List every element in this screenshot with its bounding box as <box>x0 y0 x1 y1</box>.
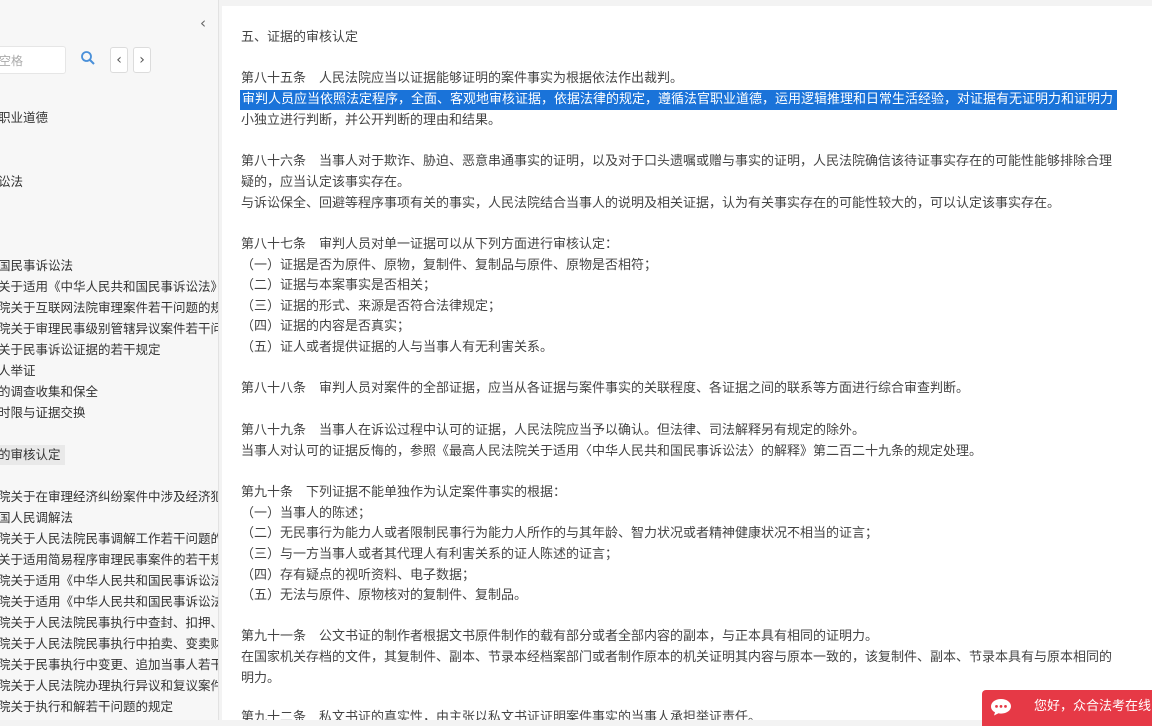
sidebar-item[interactable]: 院关于互联网法院审理案件若干问题的规 <box>0 298 218 318</box>
article-91-para2: 在国家机关存档的文件，其复制件、副本、节录本经档案部门或者制作原本的机关证明其内… <box>241 650 1113 665</box>
article-87-item5: （五）证人或者提供证据的人与当事人有无利害关系。 <box>241 340 554 355</box>
sidebar-item-active[interactable]: 的审核认定 <box>0 445 65 465</box>
prev-result-button[interactable]: ‹ <box>110 47 128 73</box>
article-87-item3: （三）证据的形式、来源是否符合法律规定； <box>241 299 502 314</box>
document-content: 五、证据的审核认定 第八十五条 人民法院应当以证据能够证明的案件事实为根据依法作… <box>222 6 1152 720</box>
sidebar-item[interactable]: 院关于审理民事级别管辖异议案件若干问 <box>0 319 218 339</box>
article-90-item1: （一）当事人的陈述； <box>241 506 372 521</box>
article-86: 第八十六条 当事人对于欺诈、胁迫、恶意串通事实的证明，以及对于口头遗嘱或赠与事实… <box>241 154 1113 169</box>
sidebar-item[interactable]: 院关于在审理经济纠纷案件中涉及经济犯 <box>0 487 218 507</box>
online-chat-button[interactable]: 您好，众合法考在线 <box>982 690 1152 726</box>
sidebar-item[interactable]: 讼法 <box>0 172 23 192</box>
sidebar-item[interactable]: 时限与证据交换 <box>0 403 86 423</box>
sidebar-item[interactable]: 关于适用《中华人民共和国民事诉讼法》的 <box>0 277 218 297</box>
article-90-item2: （二）无民事行为能力人或者限制民事行为能力人所作的与其年龄、智力状况或者精神健康… <box>241 526 879 541</box>
collapse-sidebar-icon[interactable]: ‹ <box>196 14 210 32</box>
selected-text[interactable]: 审判人员应当依照法定程序，全面、客观地审核证据，依据法律的规定，遵循法官职业道德… <box>240 90 1118 110</box>
section-title: 五、证据的审核认定 <box>241 30 359 45</box>
sidebar-item[interactable]: 院关于人民法院民事执行中拍卖、变卖财 <box>0 634 218 654</box>
article-91: 第九十一条 公文书证的制作者根据文书原件制作的载有部分或者全部内容的副本，与正本… <box>241 629 879 644</box>
article-87-item2: （二）证据与本案事实是否相关； <box>241 278 437 293</box>
search-icon[interactable] <box>80 50 96 66</box>
article-88: 第八十八条 审判人员对案件的全部证据，应当从各证据与案件事实的关联程度、各证据之… <box>241 381 970 396</box>
sidebar-item[interactable]: 国人民调解法 <box>0 508 73 528</box>
article-91-cont: 明力。 <box>241 671 281 686</box>
next-result-button[interactable]: › <box>133 47 151 73</box>
sidebar-item[interactable]: 的调查收集和保全 <box>0 382 98 402</box>
article-92: 第九十二条 私文书证的真实性，由主张以私文书证证明案件事实的当事人承担举证责任。 <box>241 710 762 720</box>
article-89: 第八十九条 当事人在诉讼过程中认可的证据，人民法院应当予以确认。但法律、司法解释… <box>241 423 866 438</box>
chat-bubble-icon <box>991 699 1011 716</box>
sidebar-item[interactable]: 人举证 <box>0 361 36 381</box>
article-87: 第八十七条 审判人员对单一证据可以从下列方面进行审核认定： <box>241 237 619 252</box>
article-85: 第八十五条 人民法院应当以证据能够证明的案件事实为根据依法作出裁判。 <box>241 71 684 86</box>
article-90-item3: （三）与一方当事人或者其代理人有利害关系的证人陈述的证言； <box>241 547 619 562</box>
article-89-para2: 当事人对认可的证据反悔的，参照《最高人民法院关于适用〈中华人民共和国民事诉讼法〉… <box>241 444 983 459</box>
sidebar-item[interactable]: 院关于适用《中华人民共和国民事诉讼法 <box>0 571 218 591</box>
article-90-item5: （五）无法与原件、原物核对的复制件、复制品。 <box>241 588 528 603</box>
sidebar-item[interactable]: 院关于人民法院民事调解工作若干问题的 <box>0 529 218 549</box>
sidebar-item[interactable]: 院关于适用《中华人民共和国民事诉讼法 <box>0 592 218 612</box>
article-87-item1: （一）证据是否为原件、原物，复制件、复制品与原件、原物是否相符； <box>241 258 658 273</box>
article-90: 第九十条 下列证据不能单独作为认定案件事实的根据： <box>241 485 567 500</box>
sidebar-item[interactable]: 院关于民事执行中变更、追加当事人若干 <box>0 655 218 675</box>
article-90-item4: （四）存有疑点的视听资料、电子数据； <box>241 568 476 583</box>
article-86-para2: 与诉讼保全、回避等程序事项有关的事实，人民法院结合当事人的说明及相关证据，认为有… <box>241 196 1061 211</box>
article-85-cont: 小独立进行判断，并公开判断的理由和结果。 <box>241 113 502 128</box>
sidebar-item[interactable]: 关于适用简易程序审理民事案件的若干规 <box>0 550 218 570</box>
sidebar-item[interactable]: 职业道德 <box>0 108 48 128</box>
article-86-cont: 疑的，应当认定该事实存在。 <box>241 175 411 190</box>
sidebar-item[interactable]: 院关于人民法院民事执行中查封、扣押、 <box>0 613 218 633</box>
chat-label: 您好，众合法考在线 <box>1034 699 1152 714</box>
sidebar-item[interactable]: 院关于人民法院办理执行异议和复议案件 <box>0 676 218 696</box>
sidebar-item[interactable]: 国民事诉讼法 <box>0 256 73 276</box>
search-input[interactable]: 空格 <box>0 46 66 74</box>
article-87-item4: （四）证据的内容是否真实； <box>241 319 411 334</box>
sidebar-item[interactable]: 院关于执行和解若干问题的规定 <box>0 697 173 717</box>
sidebar: ‹ 空格 ‹ › 职业道德 讼法 国民事诉讼法 关于适用《中华人民共和国民事诉讼… <box>0 0 219 720</box>
sidebar-item[interactable]: 关于民事诉讼证据的若干规定 <box>0 340 161 360</box>
